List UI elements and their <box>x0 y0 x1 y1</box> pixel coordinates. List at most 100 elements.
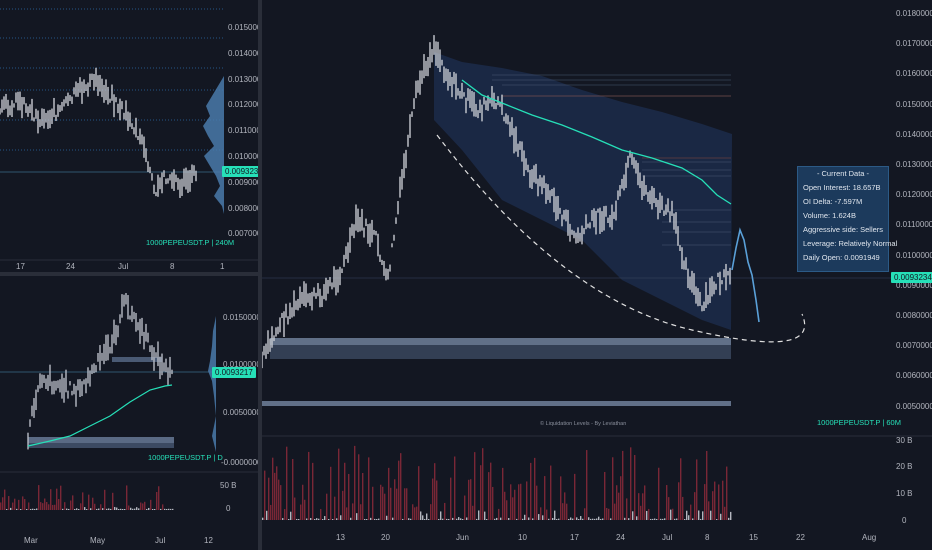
price-tick-label: 0.0050000 <box>896 401 932 411</box>
volume-bar <box>110 508 112 510</box>
volume-bar <box>160 508 162 510</box>
volume-bar <box>138 508 140 510</box>
volume-bar <box>472 505 474 520</box>
price-tick-label: 0.0180000 <box>896 9 932 18</box>
volume-bar <box>728 517 730 520</box>
volume-tick-label: 30 B <box>896 436 913 445</box>
volume-bar <box>508 518 510 520</box>
volume-bar <box>280 485 282 520</box>
volume-bar <box>418 466 420 520</box>
bl-liquidation-zone-3 <box>28 443 174 448</box>
volume-bar <box>44 498 46 510</box>
tl-candles <box>0 67 197 198</box>
volume-bar <box>686 510 688 520</box>
volume-bar <box>378 518 380 520</box>
horizontal-divider[interactable] <box>0 272 258 276</box>
volume-bar <box>706 450 708 520</box>
volume-bar <box>636 516 638 520</box>
volume-bar <box>362 472 364 520</box>
time-tick-label: 8 <box>705 533 710 542</box>
main-chart-pane[interactable]: 0.0180000 0.0170000 0.0160000 0.0150000 0.01… <box>262 0 932 550</box>
volume-bar <box>374 518 376 520</box>
vertical-divider[interactable] <box>258 0 262 550</box>
volume-bar <box>346 507 348 520</box>
volume-bar <box>328 518 330 520</box>
volume-bar <box>162 504 164 510</box>
volume-bar <box>500 517 502 520</box>
volume-bar <box>272 457 274 520</box>
volume-bar <box>674 518 676 520</box>
volume-bar <box>722 480 724 520</box>
volume-bar <box>554 510 556 520</box>
volume-bar <box>144 501 146 510</box>
tl-chart-canvas[interactable] <box>0 0 258 272</box>
volume-bar <box>584 508 586 520</box>
volume-bar <box>652 518 654 520</box>
volume-bar <box>724 506 726 520</box>
volume-bar <box>276 466 278 520</box>
volume-bar <box>130 507 132 510</box>
volume-bar <box>642 493 644 520</box>
volume-bar <box>696 459 698 520</box>
bl-chart-pane[interactable]: 0.0150000 0.0100000 0.0050000 -0.0000000 0.… <box>0 276 258 550</box>
volume-bar <box>340 515 342 520</box>
volume-bar <box>676 518 678 520</box>
volume-bar <box>446 518 448 520</box>
volume-bar <box>498 508 500 520</box>
volume-bar <box>118 509 120 510</box>
time-tick-label: 15 <box>749 533 758 542</box>
volume-bar <box>278 479 280 520</box>
price-tick-label: 0.0060000 <box>896 371 932 381</box>
volume-bar <box>76 508 78 510</box>
volume-bar <box>126 485 128 510</box>
volume-bar <box>486 518 488 520</box>
volume-bar <box>22 496 24 510</box>
volume-bar <box>372 486 374 520</box>
volume-bar <box>530 462 532 520</box>
volume-bar <box>26 508 28 510</box>
volume-bar <box>612 457 614 520</box>
volume-bar <box>492 486 494 520</box>
volume-bar <box>458 517 460 520</box>
volume-bar <box>532 518 534 520</box>
price-tick-label: 0.0130000 <box>228 74 258 84</box>
volume-bar <box>108 508 110 510</box>
volume-bar <box>678 482 680 520</box>
volume-bar <box>350 517 352 520</box>
volume-bar <box>546 509 548 520</box>
time-tick-label: 17 <box>16 262 25 271</box>
volume-bar <box>438 518 440 520</box>
volume-bar <box>388 467 390 520</box>
volume-bar <box>568 518 570 520</box>
volume-bar <box>294 497 296 520</box>
oi-delta-row: OI Delta: -7.597M <box>803 197 863 206</box>
volume-bar <box>314 518 316 520</box>
volume-bar <box>566 503 568 520</box>
volume-bar <box>98 508 100 510</box>
volume-bar <box>434 463 436 520</box>
volume-bar <box>72 495 74 510</box>
volume-bar <box>2 497 4 510</box>
price-tick-label: 0.0080000 <box>896 311 932 320</box>
bl-chart-canvas[interactable] <box>0 276 258 550</box>
bl-vwap-line <box>27 384 173 447</box>
price-tick-label: 0.0110000 <box>228 126 258 136</box>
volume-bar <box>420 511 422 520</box>
main-chart-canvas[interactable] <box>262 0 932 550</box>
volume-bar <box>40 502 42 510</box>
volume-bar <box>452 517 454 520</box>
time-tick-label: Jun <box>456 533 469 542</box>
volume-bar <box>68 508 70 510</box>
volume-bar <box>394 479 396 520</box>
indicator-credit: © Liquidation Levels - By Leviathan <box>540 421 627 427</box>
time-tick-label: 24 <box>66 262 75 271</box>
volume-bar <box>62 508 64 510</box>
volume-tick-label: 0 <box>226 504 231 513</box>
volume-bar <box>616 485 618 520</box>
tl-chart-pane[interactable]: 0.0150000 0.0140000 0.0130000 0.0120000 0.01… <box>0 0 258 272</box>
time-tick-label: Jul <box>662 533 673 542</box>
volume-bar <box>490 462 492 520</box>
volume-bar <box>424 518 426 520</box>
volume-bar <box>266 510 268 520</box>
volume-bar <box>18 499 20 510</box>
